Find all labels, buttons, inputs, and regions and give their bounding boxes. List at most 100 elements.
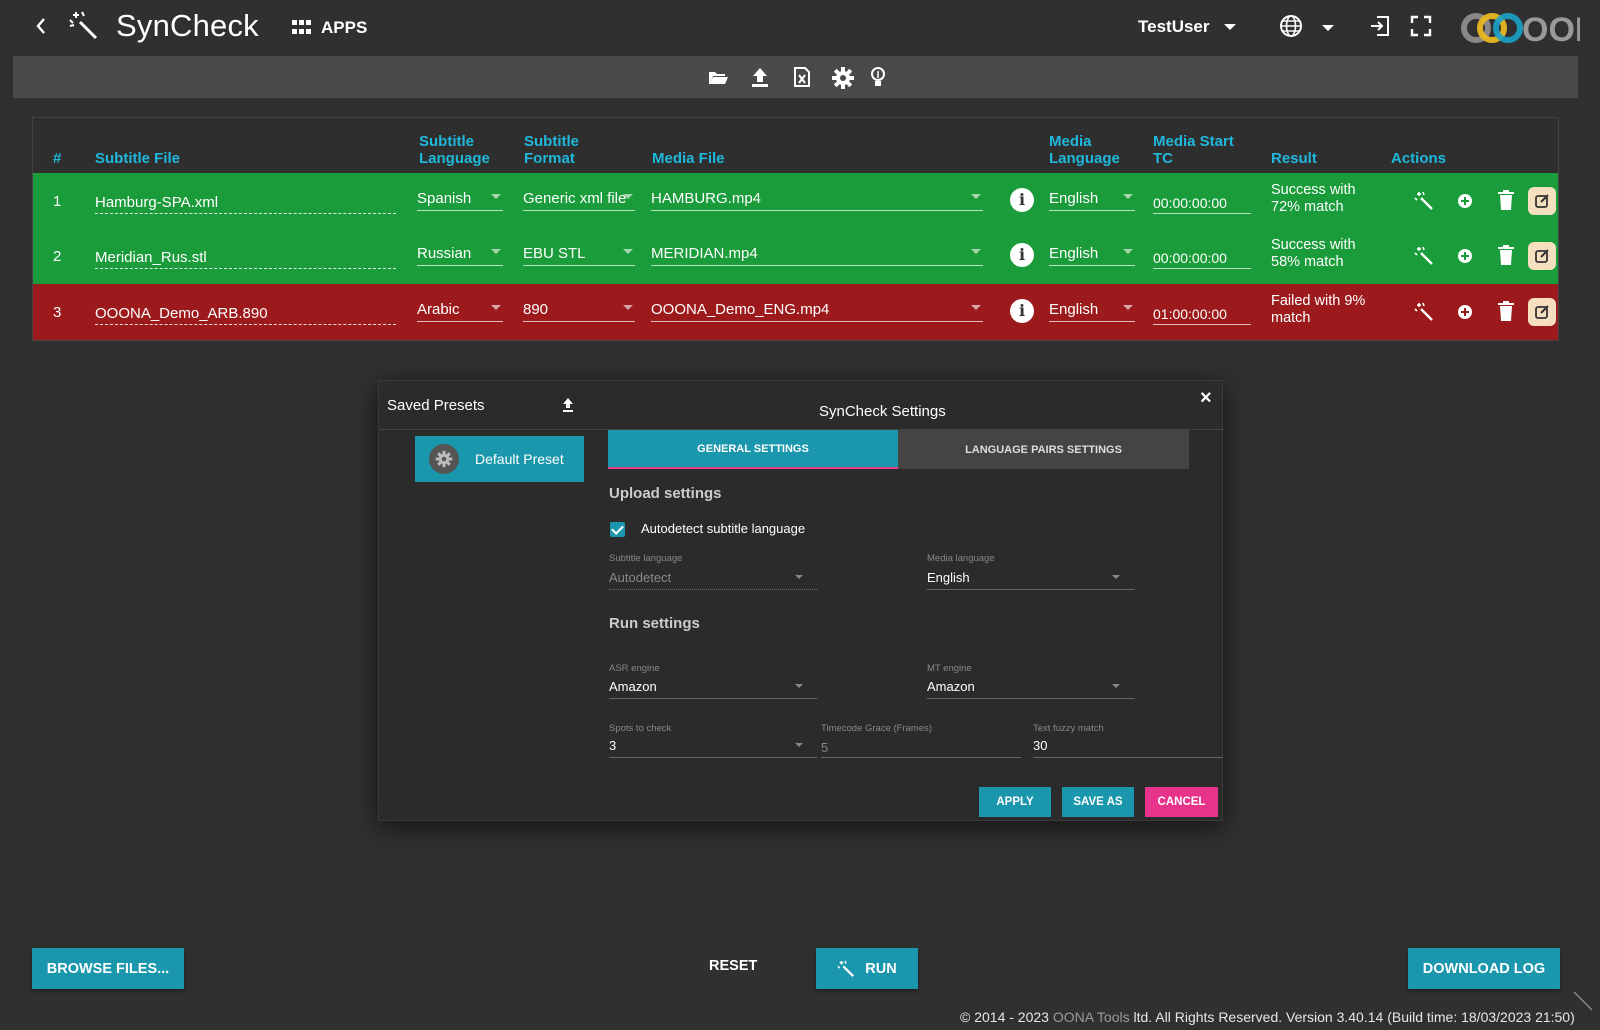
- media-language-label: Media language: [927, 553, 995, 564]
- apps-label: APPS: [321, 18, 368, 37]
- chevron-down-icon: [795, 575, 803, 579]
- upload-preset-icon[interactable]: [560, 397, 576, 413]
- media-file-select[interactable]: OOONA_Demo_ENG.mp4: [651, 296, 983, 322]
- subtitle-language-label: Subtitle language: [609, 553, 683, 564]
- col-header-subtitle-file: Subtitle File: [95, 150, 181, 167]
- edit-icon: [1535, 249, 1549, 263]
- subtitle-file-input[interactable]: Meridian_Rus.stl: [95, 243, 396, 269]
- save-as-button[interactable]: SAVE AS: [1062, 787, 1134, 817]
- media-start-tc-input[interactable]: 00:00:00:00: [1153, 243, 1251, 269]
- tab-general-settings[interactable]: GENERAL SETTINGS: [608, 430, 898, 469]
- timecode-grace-input[interactable]: 5: [821, 740, 828, 755]
- lightbulb-icon[interactable]: [868, 66, 890, 88]
- field-underline: [821, 757, 1021, 758]
- field-underline: [609, 589, 817, 590]
- language-chevron-down-icon[interactable]: [1322, 25, 1334, 31]
- text-fuzzy-match-input[interactable]: 30: [1033, 738, 1047, 753]
- run-settings-heading: Run settings: [609, 615, 700, 632]
- col-header-actions: Actions: [1391, 150, 1447, 167]
- back-arrow-icon[interactable]: [33, 14, 53, 40]
- fullscreen-icon[interactable]: [1410, 15, 1432, 37]
- info-icon[interactable]: i: [1010, 188, 1034, 212]
- globe-icon[interactable]: [1279, 14, 1303, 38]
- excel-file-icon[interactable]: [791, 66, 813, 88]
- col-header-subtitle-language: Subtitle Language: [419, 133, 490, 167]
- chevron-down-icon: [1112, 575, 1120, 579]
- footer-brand[interactable]: OONA Tools: [1053, 1009, 1130, 1025]
- media-start-tc-input[interactable]: 01:00:00:00: [1153, 299, 1251, 325]
- chevron-down-icon: [1223, 24, 1236, 30]
- oona-logo: OONA: [1460, 8, 1600, 49]
- media-language-select[interactable]: English: [1049, 296, 1135, 322]
- edit-button[interactable]: [1528, 298, 1556, 326]
- settings-gear-icon[interactable]: [831, 66, 854, 89]
- mt-engine-select[interactable]: Amazon: [927, 679, 975, 694]
- modal-title: SynCheck Settings: [819, 403, 946, 420]
- media-file-select[interactable]: MERIDIAN.mp4: [651, 240, 983, 266]
- settings-modal: Saved Presets SynCheck Settings × Defaul…: [378, 380, 1224, 821]
- field-underline: [927, 589, 1135, 590]
- preset-item-default[interactable]: Default Preset: [415, 436, 584, 482]
- media-language-select[interactable]: English: [927, 570, 970, 585]
- asr-engine-select[interactable]: Amazon: [609, 679, 657, 694]
- download-log-button[interactable]: DOWNLOAD LOG: [1408, 948, 1560, 989]
- add-circle-icon[interactable]: [1455, 246, 1475, 266]
- info-icon[interactable]: i: [1010, 243, 1034, 267]
- close-icon[interactable]: ×: [1200, 387, 1212, 410]
- magic-wand-icon: [68, 10, 100, 42]
- magic-wand-icon[interactable]: [1414, 246, 1434, 266]
- magic-wand-icon[interactable]: [1414, 302, 1434, 322]
- col-header-num: #: [53, 150, 62, 167]
- row-number: 2: [53, 248, 62, 265]
- apps-menu[interactable]: APPS: [292, 18, 367, 38]
- upload-icon[interactable]: [749, 66, 771, 88]
- autodetect-checkbox[interactable]: [610, 522, 625, 537]
- add-circle-icon[interactable]: [1455, 191, 1475, 211]
- row-number: 1: [53, 193, 62, 210]
- info-icon[interactable]: i: [1010, 299, 1034, 323]
- media-language-select[interactable]: English: [1049, 185, 1135, 211]
- chevron-down-icon: [1112, 684, 1120, 688]
- sign-out-icon[interactable]: [1368, 14, 1392, 38]
- subtitle-format-select[interactable]: EBU STL: [523, 240, 635, 266]
- subtitle-file-input[interactable]: OOONA_Demo_ARB.890: [95, 299, 396, 325]
- run-button[interactable]: RUN: [816, 948, 918, 989]
- edit-button[interactable]: [1528, 187, 1556, 215]
- edit-button[interactable]: [1528, 242, 1556, 270]
- spots-to-check-select[interactable]: 3: [609, 738, 616, 753]
- edit-icon: [1535, 194, 1549, 208]
- subtitle-language-select[interactable]: Autodetect: [609, 570, 671, 585]
- media-file-select[interactable]: HAMBURG.mp4: [651, 185, 983, 211]
- media-start-tc-input[interactable]: 00:00:00:00: [1153, 188, 1251, 214]
- media-language-select[interactable]: English: [1049, 240, 1135, 266]
- svg-text:OONA: OONA: [1522, 11, 1580, 48]
- trash-icon[interactable]: [1496, 189, 1516, 210]
- table-header: # Subtitle File Subtitle Language Subtit…: [33, 118, 1558, 173]
- subtitle-file-input[interactable]: Hamburg-SPA.xml: [95, 188, 396, 214]
- apply-button[interactable]: APPLY: [979, 787, 1051, 817]
- subtitle-language-select[interactable]: Russian: [417, 240, 503, 266]
- subtitle-format-select[interactable]: Generic xml file: [523, 185, 635, 211]
- cancel-button[interactable]: CANCEL: [1145, 787, 1218, 817]
- folder-open-icon[interactable]: [707, 66, 729, 88]
- chevron-down-icon: [795, 684, 803, 688]
- upload-settings-heading: Upload settings: [609, 485, 722, 502]
- tab-language-pairs-settings[interactable]: LANGUAGE PAIRS SETTINGS: [898, 430, 1189, 469]
- subtitle-format-select[interactable]: 890: [523, 296, 635, 322]
- trash-icon[interactable]: [1496, 244, 1516, 265]
- subtitle-language-select[interactable]: Spanish: [417, 185, 503, 211]
- trash-icon[interactable]: [1496, 300, 1516, 321]
- resize-handle-icon[interactable]: [1572, 990, 1594, 1012]
- reset-button[interactable]: RESET: [709, 958, 757, 974]
- subtitle-language-select[interactable]: Arabic: [417, 296, 503, 322]
- row-number: 3: [53, 304, 62, 321]
- spots-to-check-label: Spots to check: [609, 723, 672, 734]
- chevron-down-icon: [491, 305, 501, 310]
- user-menu[interactable]: TestUser: [1138, 17, 1236, 37]
- browse-files-button[interactable]: BROWSE FILES...: [32, 948, 184, 989]
- run-label: RUN: [865, 960, 897, 977]
- magic-wand-icon[interactable]: [1414, 191, 1434, 211]
- magic-wand-icon: [837, 960, 855, 977]
- apps-grid-icon: [292, 19, 311, 37]
- add-circle-icon[interactable]: [1455, 302, 1475, 322]
